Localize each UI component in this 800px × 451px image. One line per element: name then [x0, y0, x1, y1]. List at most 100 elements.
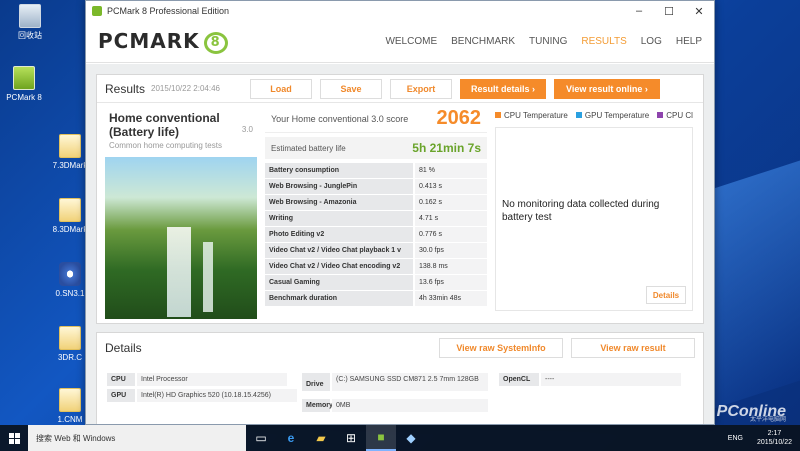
view-raw-result-button[interactable]: View raw result — [571, 338, 695, 358]
metric-row: Casual Gaming 13.6 fps — [265, 275, 487, 291]
metric-name: Video Chat v2 / Video Chat playback 1 v — [265, 243, 413, 258]
document-icon — [59, 134, 81, 158]
spec-label: Drive — [302, 373, 330, 391]
spec-label: Memory — [302, 399, 333, 412]
pcmark-logo: PCMARK 8 — [98, 29, 228, 54]
disc-image-icon — [59, 262, 81, 286]
export-button[interactable]: Export — [389, 78, 452, 99]
details-title: Details — [105, 341, 142, 355]
spec-value: (C:) SAMSUNG SSD CM871 2.5 7mm 128GB — [332, 373, 488, 391]
load-button[interactable]: Load — [249, 78, 312, 99]
legend-item: GPU Temperature — [575, 111, 650, 120]
app-header: PCMARK 8 WELCOME BENCHMARK TUNING RESULTS… — [86, 21, 714, 63]
edge-browser-icon[interactable]: e — [276, 425, 306, 451]
monitoring-chart: No monitoring data collected during batt… — [495, 127, 693, 311]
spec-value: ---- — [541, 373, 681, 386]
spec-label: GPU — [107, 389, 135, 402]
app-taskbar-icon[interactable]: ◆ — [396, 425, 426, 451]
legend-item: CPU Temperature — [495, 111, 568, 120]
desktop-icon-label: 1.CNM — [57, 415, 83, 424]
battery-value: 5h 21min 7s — [412, 141, 481, 155]
score-row: Your Home conventional 3.0 score 2062 — [265, 105, 487, 133]
taskbar-clock[interactable]: 2:17 2015/10/22 — [749, 429, 800, 447]
result-details-button[interactable]: Result details › — [459, 78, 546, 99]
results-panel: Results 2015/10/22 2:04:46 Load Save Exp… — [96, 74, 704, 324]
view-raw-systeminfo-button[interactable]: View raw SystemInfo — [439, 338, 563, 358]
waterfall-image — [105, 157, 257, 319]
score-column: Your Home conventional 3.0 score 2062 Es… — [265, 105, 487, 307]
score-label: Your Home conventional 3.0 score — [271, 113, 409, 124]
desktop-icon-label: 8.3DMark — [52, 225, 88, 234]
content-area: Results 2015/10/22 2:04:46 Load Save Exp… — [86, 64, 714, 424]
test-name: Home conventional (Battery life) — [109, 111, 220, 139]
test-version: 3.0 — [241, 125, 253, 134]
battery-label: Estimated battery life — [271, 143, 346, 153]
legend-label: CPU Cl — [666, 111, 693, 120]
spec-value: Intel(R) HD Graphics 520 (10.18.15.4256) — [137, 389, 297, 402]
results-date: 2015/10/22 2:04:46 — [151, 84, 220, 93]
spec-label: CPU — [107, 373, 135, 386]
chart-legend: CPU Temperature GPU Temperature CPU Cl — [495, 105, 693, 126]
desktop-icon-pcmark[interactable]: PCMark 8 — [0, 66, 54, 103]
desktop-icon-label: PCMark 8 — [6, 93, 42, 102]
desktop-icon-label: 回收站 — [18, 31, 42, 40]
metric-row: Photo Editing v2 0.776 s — [265, 227, 487, 243]
nav-help[interactable]: HELP — [676, 36, 702, 47]
metric-name: Writing — [265, 211, 413, 226]
window-titlebar[interactable]: PCMark 8 Professional Edition – ☐ ✕ — [86, 1, 714, 21]
spec-memory: Memory 0MB — [302, 399, 488, 412]
spec-value: 0MB — [332, 399, 488, 412]
pcmark-small-icon — [92, 6, 102, 16]
legend-label: GPU Temperature — [584, 111, 650, 120]
maximize-button[interactable]: ☐ — [654, 5, 684, 18]
nav-results[interactable]: RESULTS — [581, 36, 626, 47]
pcmark-taskbar-icon[interactable]: ■ — [366, 425, 396, 451]
results-title: Results — [105, 81, 146, 96]
legend-swatch — [495, 112, 501, 118]
recycle-bin-icon — [19, 4, 41, 28]
test-info: Home conventional (Battery life) 3.0 Com… — [105, 109, 257, 319]
nav-benchmark[interactable]: BENCHMARK — [451, 36, 515, 47]
view-result-online-button[interactable]: View result online › — [553, 78, 660, 99]
battery-row: Estimated battery life 5h 21min 7s — [265, 137, 487, 159]
spec-cpu: CPU Intel Processor — [107, 373, 287, 386]
windows-logo-icon — [8, 432, 20, 444]
spec-label: OpenCL — [499, 373, 539, 386]
metric-name: Casual Gaming — [265, 275, 413, 290]
spec-drive: Drive (C:) SAMSUNG SSD CM871 2.5 7mm 128… — [302, 373, 488, 391]
spec-gpu: GPU Intel(R) HD Graphics 520 (10.18.15.4… — [107, 389, 297, 402]
logo-mark: 8 — [203, 31, 228, 54]
taskbar-search[interactable]: 搜索 Web 和 Windows — [28, 425, 246, 451]
details-panel: Details View raw SystemInfo View raw res… — [96, 332, 704, 424]
save-button[interactable]: Save — [319, 78, 382, 99]
desktop-icon-recycle-bin[interactable]: 回收站 — [0, 4, 60, 41]
metric-row: Benchmark duration 4h 33min 48s — [265, 291, 487, 307]
minimize-button[interactable]: – — [624, 5, 654, 17]
language-indicator[interactable]: ENG — [722, 435, 749, 442]
details-button[interactable]: Details — [646, 286, 686, 304]
close-button[interactable]: ✕ — [684, 5, 714, 18]
store-icon[interactable]: ⊞ — [336, 425, 366, 451]
file-explorer-icon[interactable]: ▰ — [306, 425, 336, 451]
no-data-message: No monitoring data collected during batt… — [502, 199, 660, 223]
pcmark-window: PCMark 8 Professional Edition – ☐ ✕ PCMA… — [85, 0, 715, 425]
start-button[interactable] — [0, 425, 28, 451]
metric-row: Web Browsing - Amazonia 0.162 s — [265, 195, 487, 211]
metric-value: 0.162 s — [415, 195, 487, 210]
waterfall-shape — [167, 227, 191, 317]
metric-name: Benchmark duration — [265, 291, 413, 306]
nav-tuning[interactable]: TUNING — [529, 36, 567, 47]
details-header: Details View raw SystemInfo View raw res… — [97, 333, 703, 363]
pcmark-app-icon — [13, 66, 35, 90]
metric-name: Battery consumption — [265, 163, 413, 178]
nav-log[interactable]: LOG — [641, 36, 662, 47]
metric-value: 138.8 ms — [415, 259, 487, 274]
results-header: Results 2015/10/22 2:04:46 Load Save Exp… — [97, 75, 703, 103]
monitoring-column: CPU Temperature GPU Temperature CPU Cl N… — [495, 105, 693, 319]
nav-welcome[interactable]: WELCOME — [385, 36, 437, 47]
watermark-subtitle: 太平洋电脑网 — [749, 417, 786, 423]
task-view-icon[interactable]: ▭ — [246, 425, 276, 451]
legend-swatch — [575, 112, 582, 118]
clock-date: 2015/10/22 — [756, 439, 792, 446]
system-tray: ENG 2:17 2015/10/22 — [722, 429, 800, 447]
